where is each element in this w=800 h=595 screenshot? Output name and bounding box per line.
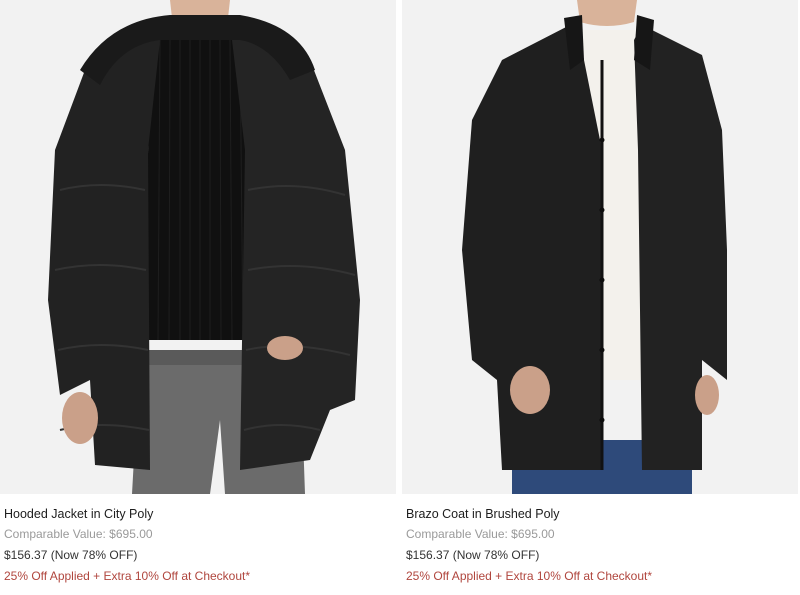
- product-title-link[interactable]: Hooded Jacket in City Poly: [4, 507, 153, 521]
- product-photo-hooded-jacket[interactable]: [0, 0, 396, 494]
- comparable-value: Comparable Value: $695.00: [4, 527, 153, 541]
- product-title[interactable]: Hooded Jacket in City Poly: [4, 505, 396, 525]
- product-photo-brazo-coat[interactable]: [402, 0, 798, 494]
- product-image[interactable]: [402, 0, 798, 494]
- product-title[interactable]: Brazo Coat in Brushed Poly: [406, 505, 798, 525]
- product-card[interactable]: Hooded Jacket in City Poly Comparable Va…: [0, 0, 396, 595]
- product-image[interactable]: [0, 0, 396, 494]
- promo-text: 25% Off Applied + Extra 10% Off at Check…: [406, 569, 653, 583]
- sale-price: $156.37 (Now 78% OFF): [406, 548, 540, 562]
- sale-price: $156.37 (Now 78% OFF): [4, 548, 138, 562]
- product-title-link[interactable]: Brazo Coat in Brushed Poly: [406, 507, 560, 521]
- comparable-value: Comparable Value: $695.00: [406, 527, 555, 541]
- promo-text: 25% Off Applied + Extra 10% Off at Check…: [4, 569, 251, 583]
- product-info: Brazo Coat in Brushed Poly Comparable Va…: [406, 505, 798, 588]
- product-card[interactable]: Brazo Coat in Brushed Poly Comparable Va…: [402, 0, 798, 595]
- product-info: Hooded Jacket in City Poly Comparable Va…: [4, 505, 396, 588]
- product-grid: Hooded Jacket in City Poly Comparable Va…: [0, 0, 800, 595]
